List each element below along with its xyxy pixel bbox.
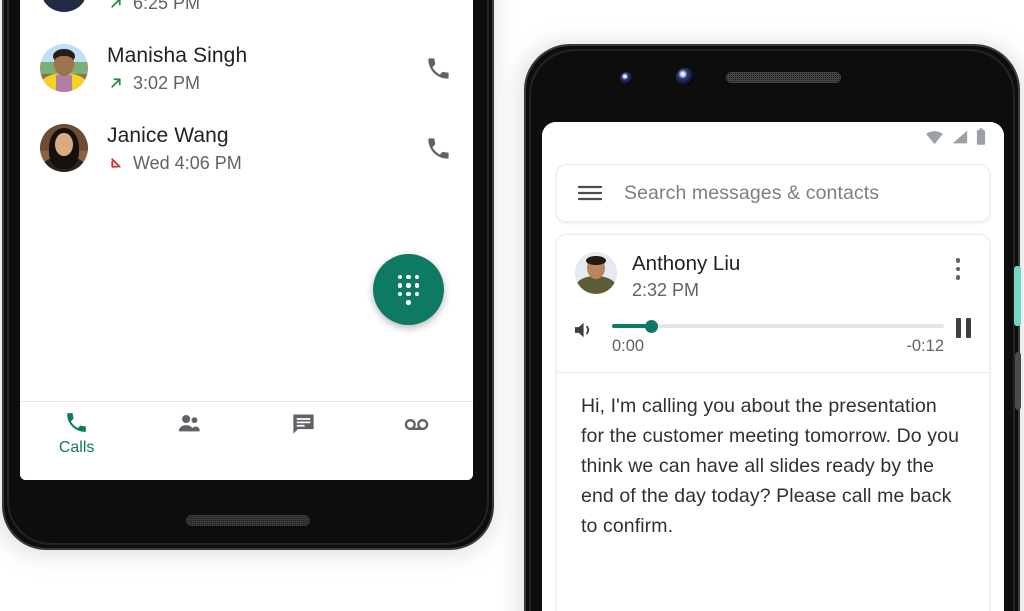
- power-button[interactable]: [1014, 266, 1021, 326]
- battery-icon: [976, 128, 986, 145]
- phone-icon: [67, 413, 86, 432]
- voicemail-header: Anthony Liu 2:32 PM: [557, 235, 989, 301]
- right-phone-screen: Search messages & contacts Anthony Liu 2…: [542, 122, 1004, 611]
- calls-app: Tom Greer 6:25 PM: [20, 0, 473, 480]
- arrow-down-left-icon: [111, 157, 121, 168]
- call-back-button[interactable]: [421, 51, 455, 85]
- status-bar: [542, 122, 1004, 152]
- avatar: [40, 44, 88, 92]
- signal-icon: [952, 130, 968, 144]
- phone-icon: [427, 57, 449, 79]
- call-row-meta: Janice Wang Wed 4:06 PM: [107, 123, 421, 174]
- voicemail-player: 0:00 -0:12: [557, 301, 989, 356]
- earpiece-speaker-grille: [726, 72, 841, 83]
- voicemail-card: Anthony Liu 2:32 PM 0:00 -0:12 Hi, I'm c…: [556, 234, 990, 611]
- wifi-icon: [926, 131, 943, 145]
- left-phone-speaker-grille: [186, 515, 310, 526]
- arrow-up-right-icon: [111, 77, 121, 88]
- elapsed-time: 0:00: [612, 337, 645, 355]
- progress-slider[interactable]: [612, 319, 944, 333]
- voicemail-icon: [404, 418, 429, 431]
- caller-name: Manisha Singh: [107, 43, 248, 67]
- call-log-row[interactable]: Janice Wang Wed 4:06 PM: [20, 108, 473, 188]
- search-input-placeholder: Search messages & contacts: [624, 181, 880, 204]
- call-time: Wed 4:06 PM: [133, 152, 242, 173]
- voicemail-transcript: Hi, I'm calling you about the presentati…: [581, 395, 960, 537]
- nav-tab-messages[interactable]: [247, 410, 360, 440]
- nav-tab-voicemail[interactable]: [360, 410, 473, 442]
- caller-name: Janice Wang: [107, 123, 229, 147]
- voicemail-sender-block: Anthony Liu 2:32 PM: [632, 252, 945, 301]
- call-time: 6:25 PM: [133, 0, 201, 13]
- call-back-button[interactable]: [421, 131, 455, 165]
- voicemail-sender-name: Anthony Liu: [632, 252, 741, 275]
- phone-icon: [425, 0, 452, 2]
- front-camera-icon: [620, 72, 633, 85]
- playback-progress: 0:00 -0:12: [612, 315, 944, 356]
- contacts-icon: [179, 414, 200, 432]
- dialpad-fab[interactable]: [373, 254, 444, 325]
- left-phone-screen: Tom Greer 6:25 PM: [20, 0, 473, 480]
- call-row-meta: Manisha Singh 3:02 PM: [107, 43, 421, 94]
- remaining-time: -0:12: [906, 337, 944, 355]
- front-camera-secondary-icon: [676, 68, 694, 86]
- call-time: 3:02 PM: [133, 72, 201, 93]
- more-vert-icon[interactable]: [945, 254, 971, 284]
- messages-icon: [293, 414, 314, 434]
- phone-icon: [427, 137, 449, 159]
- call-subtitle: Wed 4:06 PM: [107, 152, 421, 174]
- call-subtitle: 6:25 PM: [107, 0, 421, 14]
- volume-button[interactable]: [1015, 352, 1021, 410]
- voice-app: Search messages & contacts Anthony Liu 2…: [542, 122, 1004, 611]
- call-back-button[interactable]: [421, 0, 455, 5]
- progress-thumb[interactable]: [645, 319, 659, 333]
- call-subtitle: 3:02 PM: [107, 72, 421, 94]
- call-log-row[interactable]: Manisha Singh 3:02 PM: [20, 28, 473, 108]
- call-log-row[interactable]: Tom Greer 6:25 PM: [20, 0, 473, 28]
- right-phone-notch: [526, 46, 1018, 122]
- recent-calls-list: Tom Greer 6:25 PM: [20, 0, 473, 401]
- bottom-navigation: Calls: [20, 401, 473, 480]
- pause-icon[interactable]: [956, 318, 971, 338]
- screenshot-root: Tom Greer 6:25 PM: [0, 0, 1024, 611]
- search-bar[interactable]: Search messages & contacts: [556, 164, 990, 222]
- nav-tab-calls[interactable]: Calls: [20, 410, 133, 457]
- nav-tab-calls-label: Calls: [58, 439, 95, 456]
- voicemail-timestamp: 2:32 PM: [632, 280, 700, 300]
- hamburger-menu-icon[interactable]: [577, 183, 603, 203]
- avatar: [40, 0, 88, 12]
- avatar: [40, 124, 88, 172]
- avatar: [575, 252, 617, 294]
- right-phone-device: Search messages & contacts Anthony Liu 2…: [524, 44, 1020, 611]
- volume-up-icon[interactable]: [573, 319, 598, 341]
- call-row-meta: Tom Greer 6:25 PM: [107, 0, 421, 14]
- nav-tab-contacts[interactable]: [133, 410, 246, 440]
- dialpad-icon: [397, 274, 420, 305]
- playback-times: 0:00 -0:12: [612, 337, 944, 356]
- arrow-up-right-icon: [111, 0, 121, 8]
